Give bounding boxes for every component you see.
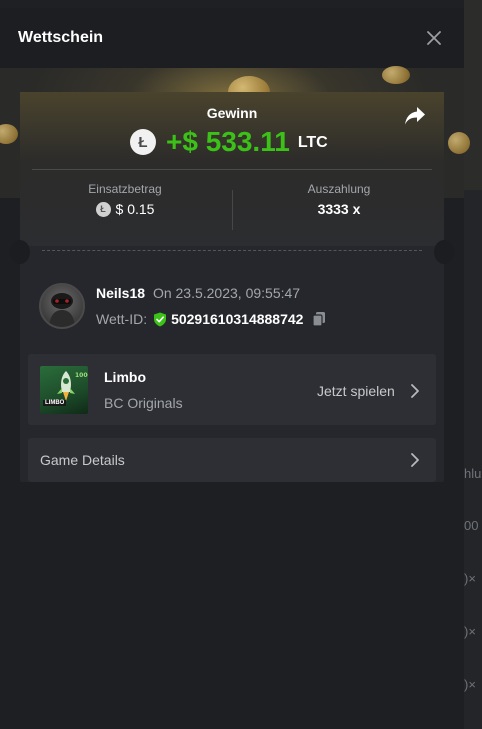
bet-card: Gewinn Ł +$ 533.11 LTC Einsatzbetrag Ł $… <box>10 92 454 482</box>
bet-amount-label: Einsatzbetrag <box>88 182 162 196</box>
rocket-icon: 1000× <box>57 371 88 401</box>
payout-stat: Auszahlung 3333 x <box>234 182 444 217</box>
username[interactable]: Neils18 <box>96 285 145 301</box>
ticket-notch <box>10 240 30 264</box>
copy-icon[interactable] <box>311 311 327 327</box>
bet-amount-value: $ 0.15 <box>115 201 155 217</box>
win-label: Gewinn <box>206 105 258 121</box>
background-text: )× <box>464 624 476 639</box>
game-details-label: Game Details <box>40 452 125 468</box>
bet-amount-stat: Einsatzbetrag Ł $ 0.15 <box>20 182 230 217</box>
background-text: )× <box>464 677 476 692</box>
litecoin-icon: Ł <box>95 201 111 217</box>
background-text: )× <box>464 571 476 586</box>
divider <box>32 169 432 170</box>
win-currency: LTC <box>297 134 328 151</box>
win-amount-row: Ł +$ 533.11 LTC <box>130 122 328 162</box>
close-icon <box>427 31 441 45</box>
bet-slip-modal: Wettschein Gewinn Ł +$ 533.11 LTC Einsat… <box>0 8 470 729</box>
bet-amount-value-row: Ł $ 0.15 <box>20 201 230 217</box>
payout-label: Auszahlung <box>307 182 371 196</box>
share-icon <box>405 107 425 125</box>
game-thumbnail: 1000× LIMBO <box>40 366 88 414</box>
chevron-right-icon <box>411 384 419 398</box>
ticket-dashed-divider <box>42 250 422 251</box>
win-amount: +$ 533.11 <box>166 126 290 157</box>
background-text: 00 <box>464 518 479 533</box>
play-now-link[interactable]: Jetzt spielen <box>317 383 395 399</box>
ticket-notch <box>434 240 454 264</box>
bet-timestamp: On 23.5.2023, 09:55:47 <box>152 285 301 301</box>
bet-id-line: Wett-ID: 50291610314888742 <box>96 311 327 327</box>
user-avatar-icon <box>49 293 75 327</box>
coin-decoration <box>0 124 18 144</box>
user-line: Neils18 On 23.5.2023, 09:55:47 <box>96 285 300 301</box>
background-banner <box>464 0 482 190</box>
background-page: hlu 00 )× )× )× <box>464 0 482 729</box>
close-button[interactable] <box>420 24 448 52</box>
svg-text:1000×: 1000× <box>75 372 88 379</box>
modal-header: Wettschein <box>0 8 464 68</box>
game-name: Limbo <box>104 369 146 385</box>
game-row[interactable]: 1000× LIMBO Limbo BC Originals Jetzt spi… <box>28 354 436 425</box>
share-button[interactable] <box>404 106 432 132</box>
litecoin-icon: Ł <box>130 129 156 155</box>
avatar[interactable] <box>39 283 85 329</box>
chevron-right-icon <box>411 453 419 467</box>
win-summary: Gewinn Ł +$ 533.11 LTC Einsatzbetrag Ł $… <box>20 92 444 246</box>
coin-decoration <box>448 132 470 154</box>
bet-id-label: Wett-ID: <box>96 311 148 327</box>
game-provider: BC Originals <box>104 395 183 411</box>
modal-title: Wettschein <box>18 29 104 46</box>
bet-id-value: 50291610314888742 <box>171 311 304 327</box>
background-text: hlu <box>464 466 482 481</box>
coin-decoration <box>382 66 410 84</box>
game-details-row[interactable]: Game Details <box>28 438 436 482</box>
payout-value: 3333 x <box>317 201 361 217</box>
shield-check-icon <box>154 312 167 326</box>
stat-divider <box>232 190 233 230</box>
game-thumb-label: LIMBO <box>43 400 67 406</box>
